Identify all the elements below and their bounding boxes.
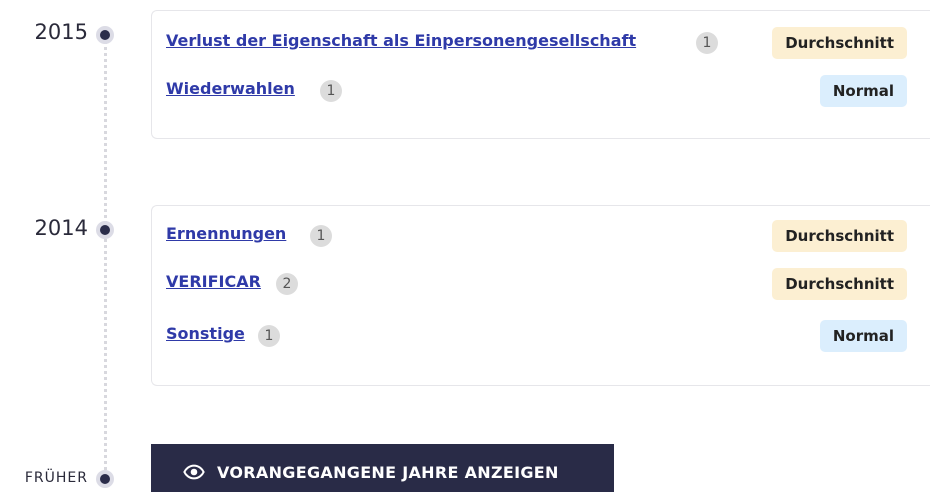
list-item: Ernennungen 1 Durchschnitt: [166, 220, 930, 252]
timeline-dot: [96, 470, 114, 488]
list-item: Verlust der Eigenschaft als Einpersoneng…: [166, 27, 930, 59]
count-badge: 1: [696, 32, 718, 54]
show-previous-years-label: VORANGEGANGENE JAHRE ANZEIGEN: [217, 462, 559, 482]
timeline-dot: [96, 221, 114, 239]
status-badge: Normal: [819, 320, 907, 352]
timeline-dot: [96, 26, 114, 44]
item-link[interactable]: Sonstige: [166, 324, 245, 343]
eye-icon: [183, 464, 205, 480]
list-item: Wiederwahlen 1 Normal: [166, 75, 930, 107]
status-badge: Durchschnitt: [772, 27, 907, 59]
count-badge: 1: [320, 80, 342, 102]
year-card-2014: Ernennungen 1 Durchschnitt VERIFICAR 2 D…: [151, 205, 930, 386]
year-label-2015: 2015: [34, 20, 88, 44]
show-previous-years-button[interactable]: VORANGEGANGENE JAHRE ANZEIGEN: [151, 444, 614, 492]
year-label-2014: 2014: [34, 216, 88, 240]
earlier-label: FRÜHER: [24, 470, 88, 486]
list-item: Sonstige 1 Normal: [166, 320, 930, 352]
status-badge: Durchschnitt: [772, 220, 907, 252]
item-link[interactable]: VERIFICAR: [166, 272, 261, 291]
item-link[interactable]: Wiederwahlen: [166, 79, 295, 98]
year-card-2015: Verlust der Eigenschaft als Einpersoneng…: [151, 10, 930, 139]
count-badge: 1: [310, 225, 332, 247]
item-link[interactable]: Ernennungen: [166, 224, 286, 243]
status-badge: Normal: [819, 75, 907, 107]
count-badge: 2: [276, 273, 298, 295]
timeline-line: [104, 36, 107, 476]
item-link[interactable]: Verlust der Eigenschaft als Einpersoneng…: [166, 31, 636, 50]
status-badge: Durchschnitt: [772, 268, 907, 300]
count-badge: 1: [258, 325, 280, 347]
list-item: VERIFICAR 2 Durchschnitt: [166, 268, 930, 300]
